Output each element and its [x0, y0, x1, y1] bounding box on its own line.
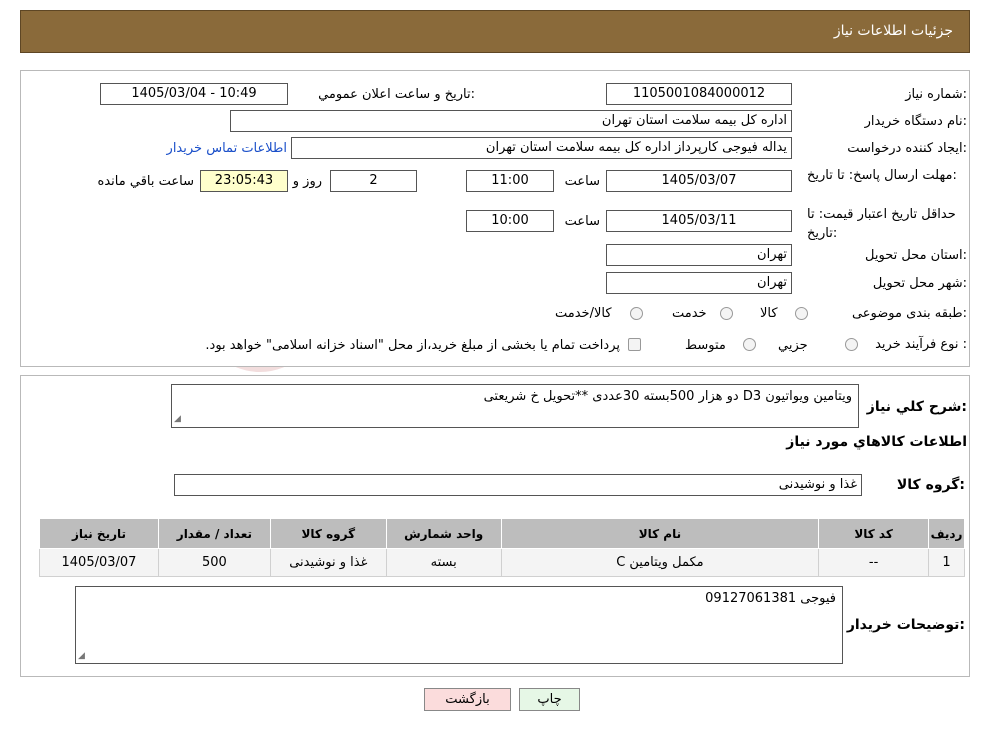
- announce-label: تاریخ و ساعت اعلان عمومي:: [318, 87, 475, 102]
- buyer-contact-link[interactable]: اطلاعات تماس خريدار: [167, 141, 287, 156]
- buyer-notes-textarea[interactable]: فیوجی 09127061381: [75, 586, 843, 664]
- cell-qty: 500: [157, 548, 271, 577]
- treasury-checkbox[interactable]: [628, 338, 641, 351]
- col-name: نام کالا: [500, 518, 820, 549]
- process-note: پرداخت تمام يا بخشی از مبلغ خريد،از محل …: [205, 338, 620, 353]
- creator-field[interactable]: یداله فیوجی کارپرداز اداره کل بیمه سلامت…: [291, 137, 792, 159]
- category-option-goods: كالا: [760, 306, 778, 321]
- validity-time-label: ساعت: [564, 214, 600, 229]
- process-label: نوع فرآيند خريد :: [875, 337, 967, 352]
- cell-date: 1405/03/07: [39, 548, 159, 577]
- col-code: کد کالا: [818, 518, 930, 549]
- process-radio-medium[interactable]: [743, 338, 756, 351]
- cell-unit: بسته: [385, 548, 502, 577]
- category-radio-goods[interactable]: [795, 307, 808, 320]
- city-label: شهر محل تحويل:: [872, 276, 967, 291]
- goods-group-field[interactable]: غذا و نوشیدنی: [174, 474, 862, 496]
- cell-row: 1: [928, 548, 965, 577]
- buyer-field[interactable]: اداره کل بیمه سلامت استان تهران: [230, 110, 792, 132]
- deadline-time-field[interactable]: 11:00: [466, 170, 554, 192]
- province-field[interactable]: تهران: [606, 244, 792, 266]
- city-field[interactable]: تهران: [606, 272, 792, 294]
- page-title: جزئیات اطلاعات نیاز: [833, 23, 953, 39]
- province-label: استان محل تحويل:: [865, 248, 967, 263]
- category-label: طبقه بندی موضوعی:: [851, 306, 967, 321]
- buyer-notes-label: توضيحات خريدار:: [846, 617, 965, 633]
- validity-time-field[interactable]: 10:00: [466, 210, 554, 232]
- col-row: رديف: [928, 518, 965, 549]
- page-header: جزئیات اطلاعات نیاز: [20, 10, 970, 53]
- need-number-field[interactable]: 1105001084000012: [606, 83, 792, 105]
- days-field[interactable]: 2: [330, 170, 417, 192]
- remaining-label: ساعت باقي مانده: [97, 174, 194, 189]
- deadline-time-label: ساعت: [564, 174, 600, 189]
- col-group: گروه کالا: [269, 518, 387, 549]
- print-button[interactable]: چاپ: [519, 688, 580, 711]
- table-row: 1 -- مکمل ویتامین C بسته غذا و نوشیدنی 5…: [39, 548, 965, 577]
- deadline-label: مهلت ارسال پاسخ: تا تاريخ:: [807, 168, 957, 183]
- validity-date-field[interactable]: 1405/03/11: [606, 210, 792, 232]
- col-date: تاريخ نياز: [39, 518, 159, 549]
- cell-name: مکمل ویتامین C: [500, 548, 820, 577]
- announce-field[interactable]: 1405/03/04 - 10:49: [100, 83, 288, 105]
- days-label: روز و: [292, 174, 322, 189]
- process-radio-small[interactable]: [845, 338, 858, 351]
- description-textarea[interactable]: ویتامین ویواتیون D3 دو هزار 500بسته 30عد…: [171, 384, 859, 428]
- items-table-header: رديف کد کالا نام کالا واحد شمارش گروه کا…: [39, 518, 965, 549]
- items-table: رديف کد کالا نام کالا واحد شمارش گروه کا…: [39, 518, 965, 577]
- deadline-date-field[interactable]: 1405/03/07: [606, 170, 792, 192]
- description-label: شرح كلي نياز:: [866, 399, 967, 415]
- back-button[interactable]: بازگشت: [424, 688, 511, 711]
- creator-label: ايجاد کننده درخواست:: [847, 141, 967, 156]
- cell-group: غذا و نوشیدنی: [269, 548, 387, 577]
- category-option-service: خدمت: [672, 306, 707, 321]
- goods-group-label: گروه كالا:: [896, 477, 965, 493]
- cell-code: --: [818, 548, 930, 577]
- buyer-label: نام دستگاه خريدار:: [864, 114, 967, 129]
- goods-info-title: اطلاعات کالاهاي مورد نياز: [786, 434, 967, 450]
- col-qty: تعداد / مقدار: [157, 518, 271, 549]
- need-number-label: شماره نیاز:: [905, 87, 967, 102]
- category-radio-goods-service[interactable]: [630, 307, 643, 320]
- validity-label: حداقل تاريخ اعتبار قيمت: تا تاريخ:: [807, 207, 956, 241]
- process-option-medium: متوسط: [685, 338, 726, 353]
- process-option-small: جزيي: [778, 338, 808, 353]
- category-option-goods-service: كالا/خدمت: [555, 306, 612, 321]
- buyer-notes-resize-icon[interactable]: ◢: [78, 651, 85, 732]
- category-radio-service[interactable]: [720, 307, 733, 320]
- col-unit: واحد شمارش: [385, 518, 502, 549]
- remaining-time-field: 23:05:43: [200, 170, 288, 192]
